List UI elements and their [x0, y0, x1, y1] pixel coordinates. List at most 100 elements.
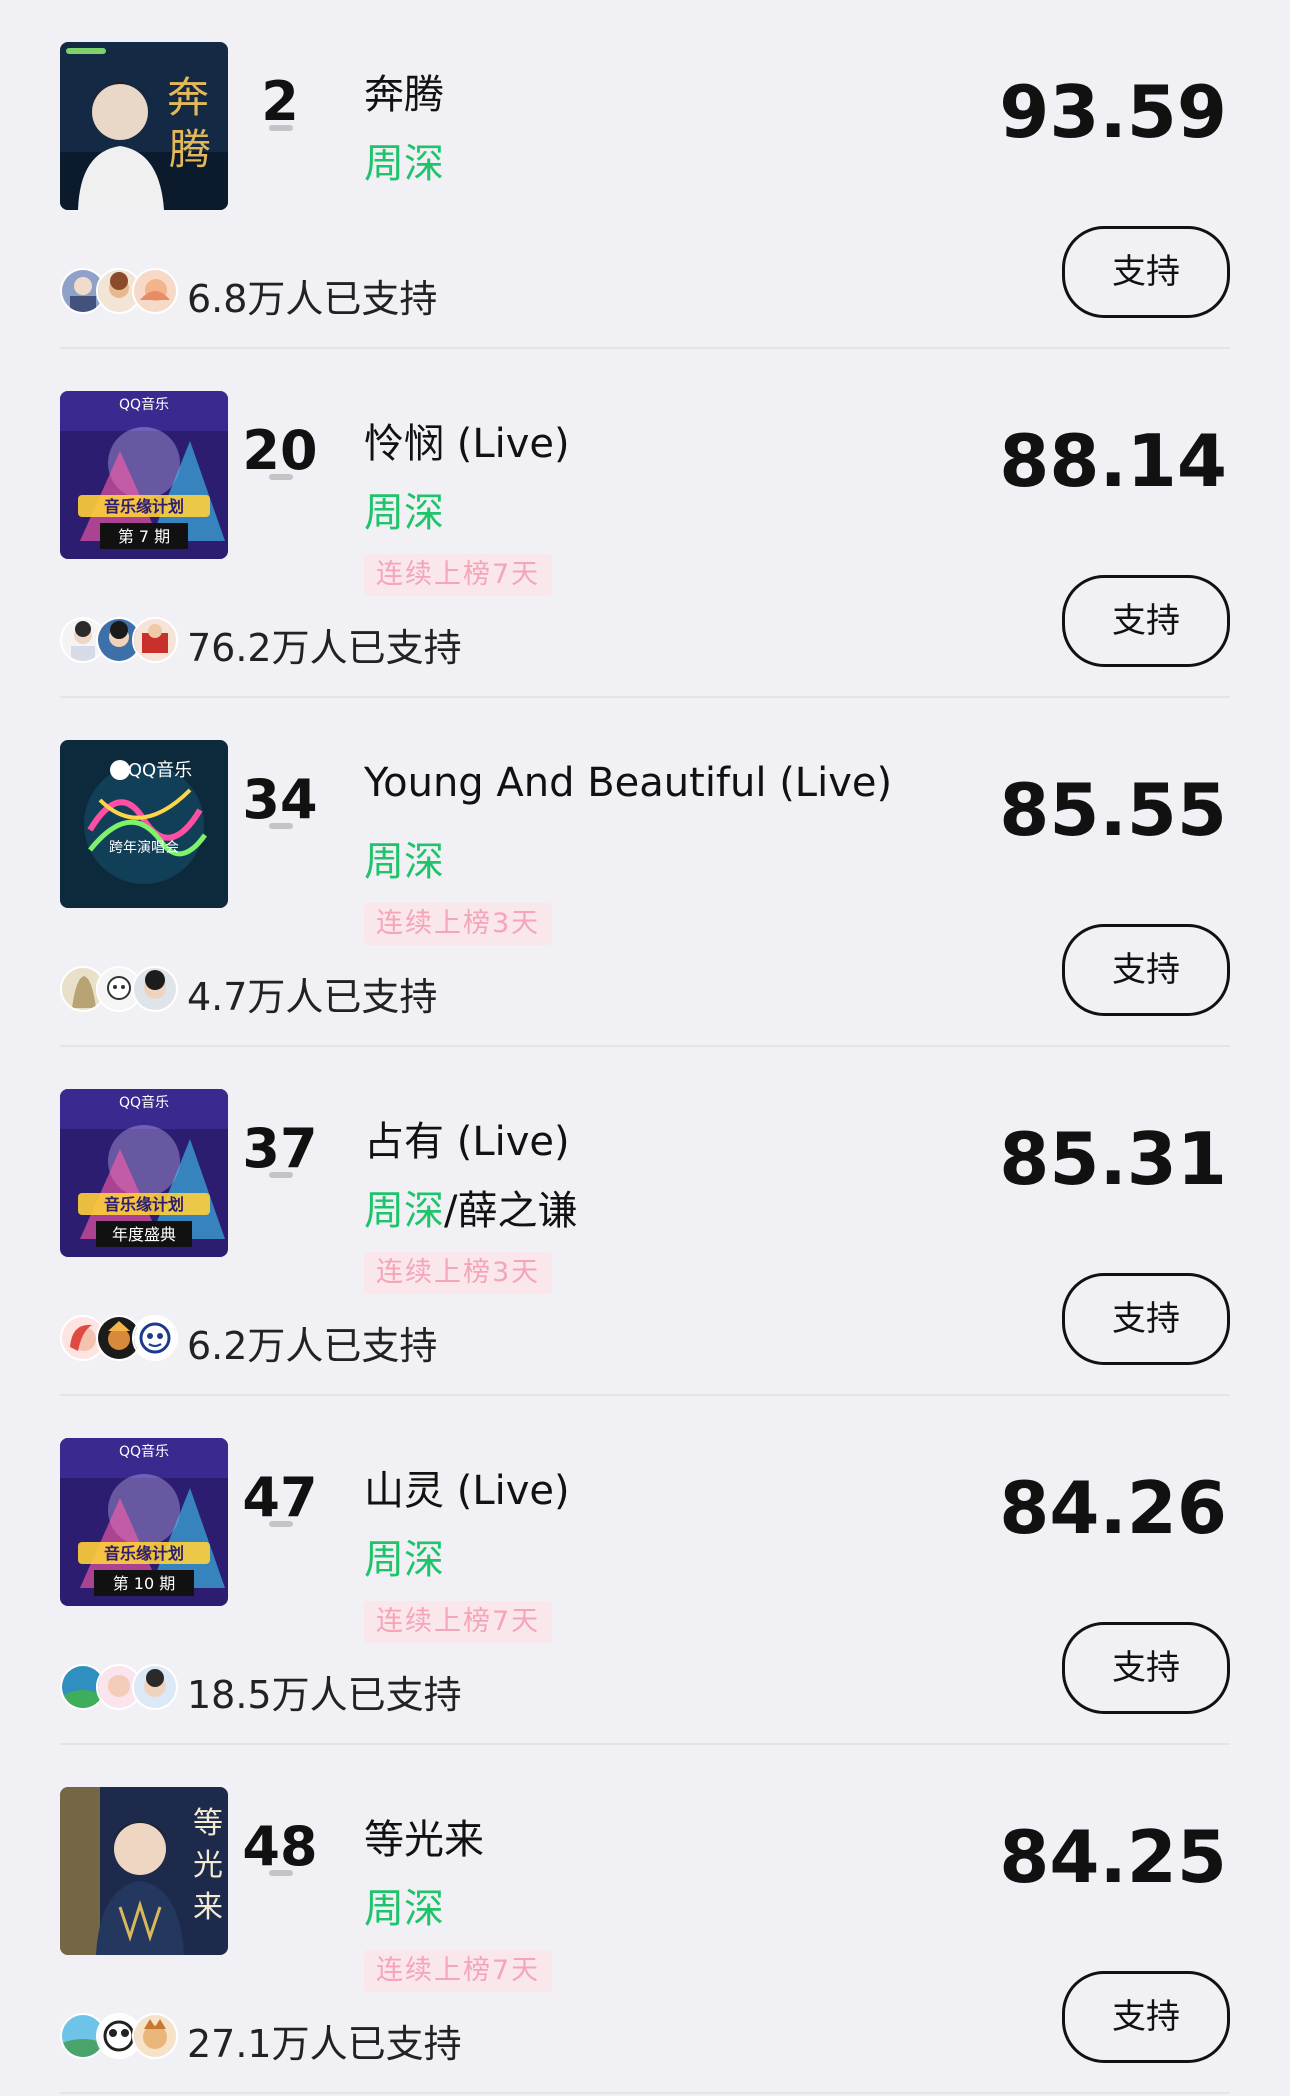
album-cover-art-gold: 奔 腾 — [60, 42, 228, 210]
avatar — [132, 2013, 178, 2059]
rank-number: 48 — [242, 1815, 318, 1878]
svg-text:音乐缘计划: 音乐缘计划 — [104, 1195, 184, 1214]
artist-link[interactable]: 薛之谦 — [457, 1188, 577, 1234]
artist-link[interactable]: 周深 — [364, 1188, 444, 1234]
song-list-item[interactable]: 奔 腾 2 奔腾 周深 93.59 6.8万人已支持 支持 — [60, 0, 1230, 349]
supporter-count: 18.5万人已支持 — [187, 1673, 462, 1717]
avatar — [132, 1664, 178, 1710]
artist-link[interactable]: 周深 — [364, 1886, 444, 1932]
rank-number: 34 — [242, 768, 318, 831]
svg-text:音乐缘计划: 音乐缘计划 — [104, 1544, 184, 1563]
supporter-avatars — [60, 268, 178, 314]
album-cover-art-show: QQ音乐 音乐缘计划 年度盛典 — [60, 1089, 228, 1257]
album-cover-art-portrait: 等 光 来 — [60, 1787, 228, 1955]
album-cover[interactable]: QQ音乐 音乐缘计划 第 10 期 — [60, 1438, 228, 1606]
rank-number: 20 — [242, 419, 318, 482]
album-cover[interactable]: 奔 腾 — [60, 42, 228, 210]
rank-unchanged-icon — [269, 125, 293, 131]
artist-separator: / — [444, 1188, 458, 1234]
avatar — [132, 1315, 178, 1361]
svg-text:腾: 腾 — [169, 125, 211, 174]
song-list-item[interactable]: QQ音乐 音乐缘计划 第 7 期 20 怜悯 (Live) 周深 连续上榜7天 … — [60, 349, 1230, 698]
song-list-item[interactable]: 等 光 来 48 等光来 周深 连续上榜7天 84.25 27.1万人已支持 支… — [60, 1745, 1230, 2094]
artist-name[interactable]: 周深/薛之谦 — [364, 1178, 577, 1236]
artist-link[interactable]: 周深 — [364, 141, 444, 187]
svg-text:等: 等 — [193, 1806, 223, 1841]
support-button[interactable]: 支持 — [1062, 924, 1230, 1016]
svg-text:音乐缘计划: 音乐缘计划 — [104, 497, 184, 516]
rank-number: 2 — [261, 70, 299, 133]
album-cover[interactable]: QQ音乐 跨年演唱会 — [60, 740, 228, 908]
song-ranking-list: 奔 腾 2 奔腾 周深 93.59 6.8万人已支持 支持 QQ音乐 音乐缘计划… — [0, 0, 1290, 2096]
support-button[interactable]: 支持 — [1062, 226, 1230, 318]
song-list-item[interactable]: QQ音乐 跨年演唱会 34 Young And Beautiful (Live)… — [60, 698, 1230, 1047]
support-button[interactable]: 支持 — [1062, 575, 1230, 667]
streak-badge: 连续上榜7天 — [364, 554, 553, 596]
artist-name[interactable]: 周深 — [364, 829, 444, 887]
avatar — [132, 617, 178, 663]
svg-text:QQ音乐: QQ音乐 — [119, 1443, 169, 1460]
supporter-avatars — [60, 966, 178, 1012]
artist-name[interactable]: 周深 — [364, 131, 444, 189]
artist-name[interactable]: 周深 — [364, 480, 444, 538]
supporter-avatars — [60, 617, 178, 663]
album-cover-art-show: QQ音乐 音乐缘计划 第 10 期 — [60, 1438, 228, 1606]
cover-label: 年度盛典 — [112, 1225, 176, 1244]
supporter-avatars — [60, 1315, 178, 1361]
song-title[interactable]: 怜悯 (Live) — [364, 411, 570, 469]
supporter-count: 6.2万人已支持 — [187, 1324, 438, 1368]
artist-link[interactable]: 周深 — [364, 490, 444, 536]
song-list-item[interactable]: QQ音乐 音乐缘计划 第 10 期 47 山灵 (Live) 周深 连续上榜7天… — [60, 1396, 1230, 1745]
avatar — [132, 268, 178, 314]
artist-name[interactable]: 周深 — [364, 1527, 444, 1585]
avatar — [132, 966, 178, 1012]
album-cover[interactable]: 等 光 来 — [60, 1787, 228, 1955]
supporter-count: 27.1万人已支持 — [187, 2022, 462, 2066]
svg-text:跨年演唱会: 跨年演唱会 — [109, 840, 179, 856]
cover-label: 第 7 期 — [118, 527, 170, 546]
score: 84.26 — [999, 1466, 1227, 1550]
song-title[interactable]: 占有 (Live) — [364, 1109, 570, 1167]
song-title[interactable]: 奔腾 — [364, 62, 444, 120]
supporter-count: 6.8万人已支持 — [187, 277, 438, 321]
svg-text:QQ音乐: QQ音乐 — [119, 1094, 169, 1111]
song-list-item[interactable]: QQ音乐 音乐缘计划 年度盛典 37 占有 (Live) 周深/薛之谦 连续上榜… — [60, 1047, 1230, 1396]
album-cover[interactable]: QQ音乐 音乐缘计划 第 7 期 — [60, 391, 228, 559]
album-cover-art-neon: QQ音乐 跨年演唱会 — [60, 740, 228, 908]
album-cover-art-show: QQ音乐 音乐缘计划 第 7 期 — [60, 391, 228, 559]
score: 84.25 — [999, 1815, 1227, 1899]
streak-badge: 连续上榜3天 — [364, 1252, 553, 1294]
streak-badge: 连续上榜7天 — [364, 1950, 553, 1992]
svg-text:光: 光 — [193, 1848, 223, 1883]
song-title[interactable]: 等光来 — [364, 1807, 484, 1865]
svg-text:来: 来 — [193, 1890, 223, 1925]
song-title[interactable]: Young And Beautiful (Live) — [364, 760, 892, 806]
score: 85.31 — [999, 1117, 1227, 1201]
artist-link[interactable]: 周深 — [364, 1537, 444, 1583]
svg-text:QQ音乐: QQ音乐 — [128, 760, 192, 781]
support-button[interactable]: 支持 — [1062, 1971, 1230, 2063]
supporter-avatars — [60, 1664, 178, 1710]
supporter-avatars — [60, 2013, 178, 2059]
supporter-count: 76.2万人已支持 — [187, 626, 462, 670]
rank-unchanged-icon — [269, 474, 293, 480]
rank-unchanged-icon — [269, 1870, 293, 1876]
artist-link[interactable]: 周深 — [364, 839, 444, 885]
rank-unchanged-icon — [269, 823, 293, 829]
score: 93.59 — [999, 70, 1227, 154]
album-cover[interactable]: QQ音乐 音乐缘计划 年度盛典 — [60, 1089, 228, 1257]
song-title[interactable]: 山灵 (Live) — [364, 1458, 570, 1516]
streak-badge: 连续上榜3天 — [364, 903, 553, 945]
support-button[interactable]: 支持 — [1062, 1622, 1230, 1714]
rank-number: 47 — [242, 1466, 318, 1529]
streak-badge: 连续上榜7天 — [364, 1601, 553, 1643]
support-button[interactable]: 支持 — [1062, 1273, 1230, 1365]
score: 85.55 — [999, 768, 1227, 852]
svg-text:奔: 奔 — [167, 73, 209, 122]
artist-name[interactable]: 周深 — [364, 1876, 444, 1934]
rank-number: 37 — [242, 1117, 318, 1180]
score: 88.14 — [999, 419, 1227, 503]
cover-label: 第 10 期 — [113, 1574, 176, 1593]
rank-unchanged-icon — [269, 1172, 293, 1178]
rank-unchanged-icon — [269, 1521, 293, 1527]
